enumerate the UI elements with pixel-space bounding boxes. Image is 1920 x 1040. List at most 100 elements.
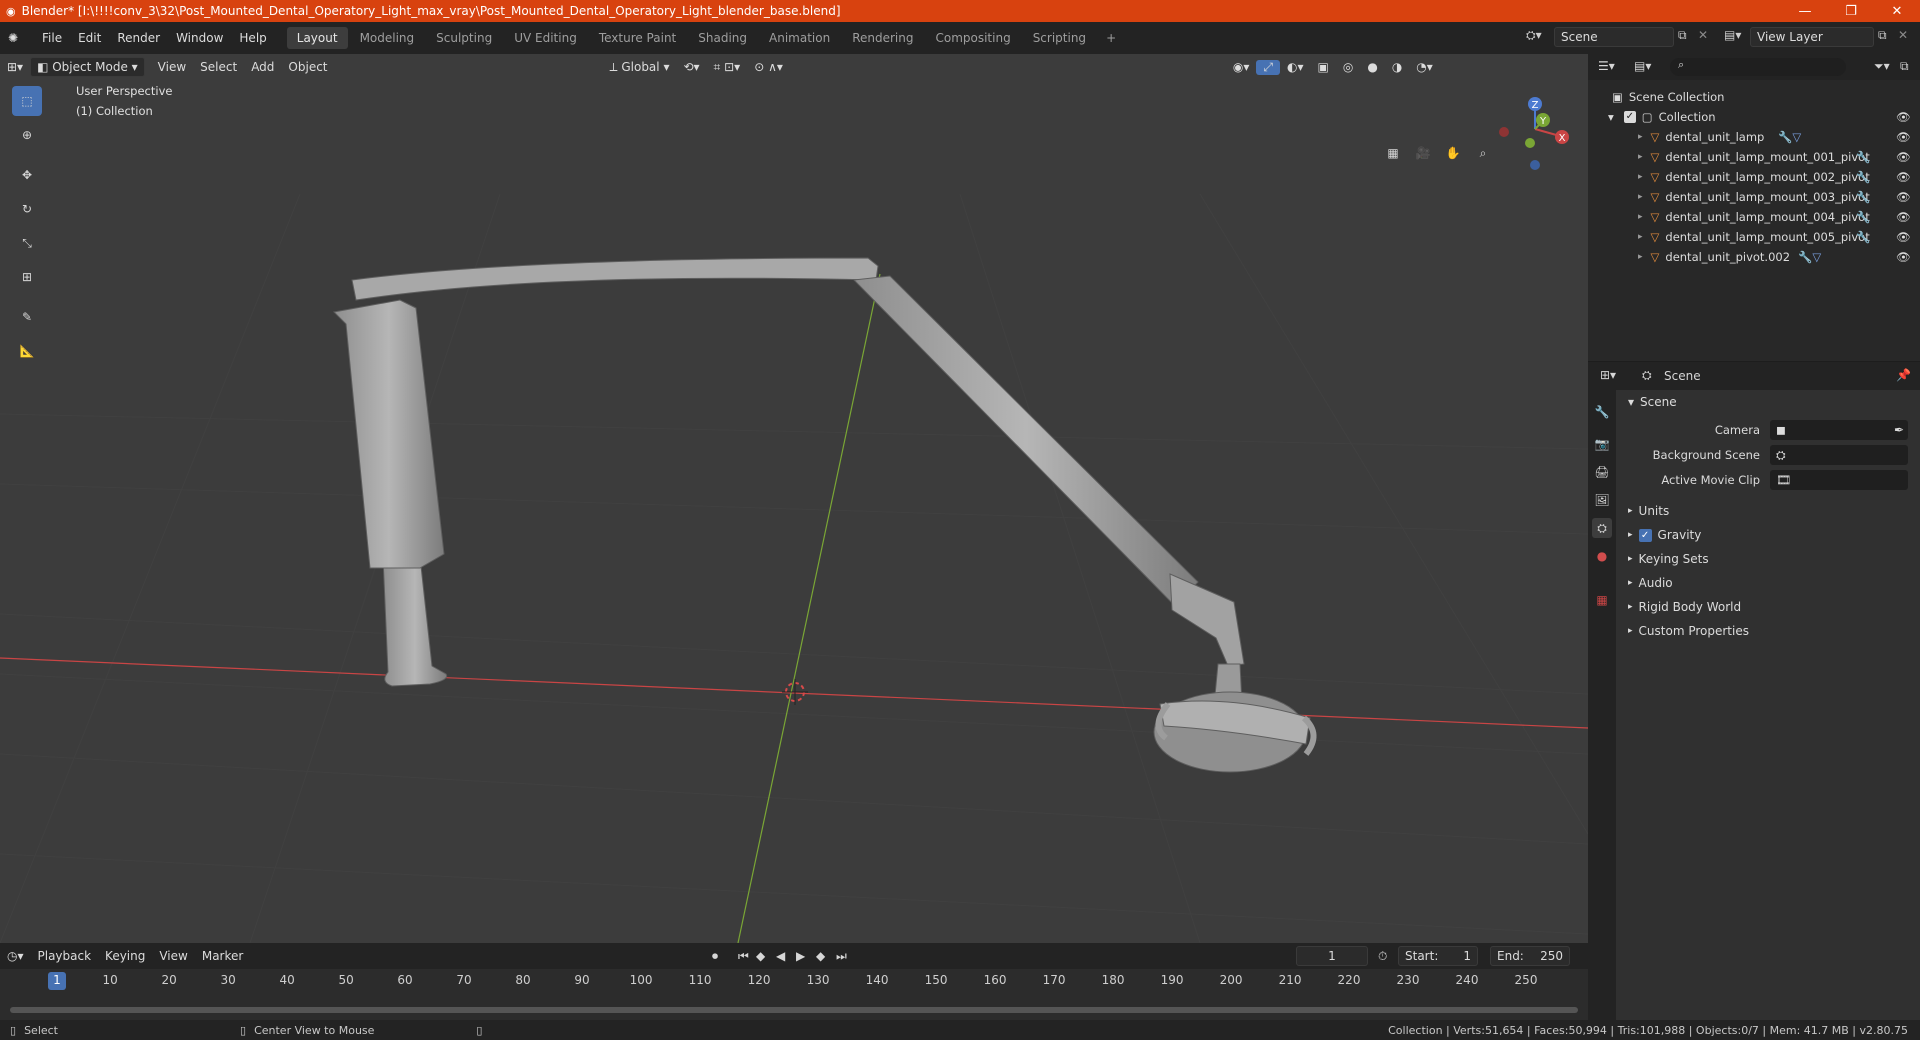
modifier-and-mesh-icon[interactable]: 🔧▽ [1798, 250, 1821, 264]
scene-tab[interactable]: ⛭ [1592, 518, 1612, 538]
wireframe-shading-icon[interactable]: ◎ [1336, 60, 1360, 74]
snap-icon[interactable]: ⌗ ⊡▾ [707, 60, 748, 75]
workspace-tab-scripting[interactable]: Scripting [1023, 27, 1096, 49]
workspace-tab-compositing[interactable]: Compositing [925, 27, 1020, 49]
gizmo-toggle-icon[interactable]: ⤢ [1256, 59, 1280, 75]
workspace-tab-shading[interactable]: Shading [688, 27, 757, 49]
jump-start-button[interactable]: ⏮ [738, 949, 749, 964]
maximize-button[interactable]: ❐ [1828, 0, 1874, 22]
properties-section-units[interactable]: ▸ Units [1616, 500, 1920, 522]
new-scene-icon[interactable]: ⧉ [1678, 28, 1687, 43]
scene-icon[interactable]: ⛭▾ [1526, 28, 1542, 43]
navigation-gizmo[interactable]: Z X Y [1490, 84, 1580, 174]
annotate-tool[interactable]: ✎ [12, 302, 42, 332]
workspace-tab-uv-editing[interactable]: UV Editing [504, 27, 587, 49]
menu-edit[interactable]: Edit [70, 31, 109, 45]
collapse-icon[interactable]: ▾ [1608, 110, 1614, 124]
modifier-icon[interactable]: 🔧 [1856, 170, 1870, 184]
texture-tab[interactable]: ▦ [1592, 590, 1612, 610]
outliner-item[interactable]: ▸ ▽ dental_unit_lamp_mount_005_pivot 🔧 👁 [1588, 227, 1920, 247]
property-value-field[interactable]: ◼ ✒ [1770, 420, 1908, 440]
new-view-layer-icon[interactable]: ⧉ [1878, 28, 1887, 43]
record-button[interactable]: ⏺ [712, 949, 718, 964]
xray-icon[interactable]: ▣ [1311, 60, 1336, 74]
view-layer-tab[interactable]: 🖼 [1592, 490, 1612, 510]
visibility-eye-icon[interactable]: 👁 [1896, 230, 1911, 244]
visibility-eye-icon[interactable]: 👁 [1896, 170, 1911, 184]
solid-shading-icon[interactable]: ● [1360, 60, 1384, 74]
viewport-menu-add[interactable]: Add [244, 60, 281, 74]
outliner-item[interactable]: ▸ ▽ dental_unit_lamp_mount_003_pivot 🔧 👁 [1588, 187, 1920, 207]
outliner-item[interactable]: ▸ ▽ dental_unit_pivot.002 🔧▽ 👁 [1588, 247, 1920, 267]
visibility-eye-icon[interactable]: 👁 [1896, 150, 1911, 164]
menu-window[interactable]: Window [168, 31, 231, 45]
timeline-menu-playback[interactable]: Playback [31, 949, 99, 963]
menu-render[interactable]: Render [109, 31, 168, 45]
expand-icon[interactable]: ▸ [1638, 172, 1643, 182]
property-value-field[interactable]: ⛭ [1770, 445, 1908, 465]
editor-type-icon[interactable]: ⊞▾ [0, 60, 30, 74]
expand-icon[interactable]: ▸ [1638, 192, 1643, 202]
expand-icon[interactable]: ▸ [1638, 132, 1643, 142]
outliner-item[interactable]: ▸ ▽ dental_unit_lamp_mount_004_pivot 🔧 👁 [1588, 207, 1920, 227]
visibility-eye-icon[interactable]: 👁 [1896, 250, 1911, 264]
property-value-field[interactable]: 🎞 [1770, 470, 1908, 490]
modifier-icon[interactable]: 🔧 [1856, 210, 1870, 224]
rendered-shading-icon[interactable]: ◔▾ [1409, 60, 1440, 74]
close-button[interactable]: ✕ [1874, 0, 1920, 22]
move-tool[interactable]: ✥ [12, 160, 42, 190]
orientation-dropdown[interactable]: ⟂ Global ▾ [603, 60, 677, 75]
expand-icon[interactable]: ▸ [1638, 152, 1643, 162]
properties-section-gravity[interactable]: ▸ ✓ Gravity [1616, 524, 1920, 546]
properties-section-keying-sets[interactable]: ▸ Keying Sets [1616, 548, 1920, 570]
filter-icon[interactable]: ⏷▾ [1874, 59, 1890, 74]
3d-viewport[interactable]: ⬚ ⊕ ✥ ↻ ⤡ ⊞ ✎ 📐 User Perspective (1) Col… [0, 54, 1588, 943]
outliner-item[interactable]: ▸ ▽ dental_unit_lamp_mount_002_pivot 🔧 👁 [1588, 167, 1920, 187]
properties-editor-icon[interactable]: ⊞▾ [1600, 368, 1616, 382]
overlay-toggle-icon[interactable]: ◐▾ [1280, 60, 1311, 74]
workspace-tab-animation[interactable]: Animation [759, 27, 840, 49]
workspace-tab-rendering[interactable]: Rendering [842, 27, 923, 49]
expand-icon[interactable]: ▸ [1638, 212, 1643, 222]
end-frame-field[interactable]: End: 250 [1490, 946, 1570, 966]
viewport-menu-view[interactable]: View [151, 60, 193, 74]
pan-view-button[interactable]: ✋ [1440, 140, 1466, 166]
expand-icon[interactable]: ▸ [1638, 252, 1643, 262]
modifier-and-mesh-icon[interactable]: 🔧▽ [1778, 130, 1801, 144]
display-mode-icon[interactable]: ▤▾ [1634, 59, 1651, 73]
material-shading-icon[interactable]: ◑ [1385, 60, 1409, 74]
remove-view-layer-icon[interactable]: ✕ [1898, 28, 1908, 42]
outliner-item[interactable]: ▸ ▽ dental_unit_lamp 🔧▽ 👁 [1588, 127, 1920, 147]
play-reverse-button[interactable]: ◀ [776, 949, 785, 963]
world-tab[interactable]: ● [1592, 546, 1612, 566]
menu-help[interactable]: Help [231, 31, 274, 45]
outliner-scene-collection[interactable]: ▣ Scene Collection [1588, 87, 1920, 107]
jump-keyframe-back-button[interactable]: ◆ [756, 949, 765, 963]
eyedropper-icon[interactable]: ✒ [1894, 423, 1904, 437]
transform-tool[interactable]: ⊞ [12, 262, 42, 292]
proportional-edit-icon[interactable]: ⊙ ∧▾ [747, 60, 790, 74]
timeline-menu-marker[interactable]: Marker [195, 949, 250, 963]
gravity-checkbox[interactable]: ✓ [1638, 528, 1652, 542]
object-mode-dropdown[interactable]: ◧ Object Mode ▾ [30, 57, 145, 77]
properties-section-rigid-body-world[interactable]: ▸ Rigid Body World [1616, 596, 1920, 618]
tool-tab[interactable]: 🔧 [1592, 402, 1612, 422]
rotate-tool[interactable]: ↻ [12, 194, 42, 224]
toggle-grid-button[interactable]: ▦ [1380, 140, 1406, 166]
viewport-menu-object[interactable]: Object [281, 60, 334, 74]
output-tab[interactable]: 🖨 [1592, 462, 1612, 482]
scale-tool[interactable]: ⤡ [12, 228, 42, 258]
collection-checkbox[interactable]: ✓ [1623, 111, 1636, 123]
visibility-icon[interactable]: ◉▾ [1226, 60, 1257, 74]
properties-section-audio[interactable]: ▸ Audio [1616, 572, 1920, 594]
cursor-tool[interactable]: ⊕ [12, 120, 42, 150]
new-collection-icon[interactable]: ⧉ [1900, 59, 1909, 74]
outliner-collection[interactable]: ▾ ✓ ▢ Collection 👁 [1588, 107, 1920, 127]
scene-panel-header[interactable]: ▾ Scene [1616, 391, 1920, 413]
jump-keyframe-forward-button[interactable]: ◆ [816, 949, 825, 963]
minimize-button[interactable]: — [1782, 0, 1828, 22]
expand-icon[interactable]: ▸ [1638, 232, 1643, 242]
outliner-item[interactable]: ▸ ▽ dental_unit_lamp_mount_001_pivot 🔧 👁 [1588, 147, 1920, 167]
workspace-tab-modeling[interactable]: Modeling [350, 27, 425, 49]
pin-icon[interactable]: 📌 [1896, 368, 1911, 382]
